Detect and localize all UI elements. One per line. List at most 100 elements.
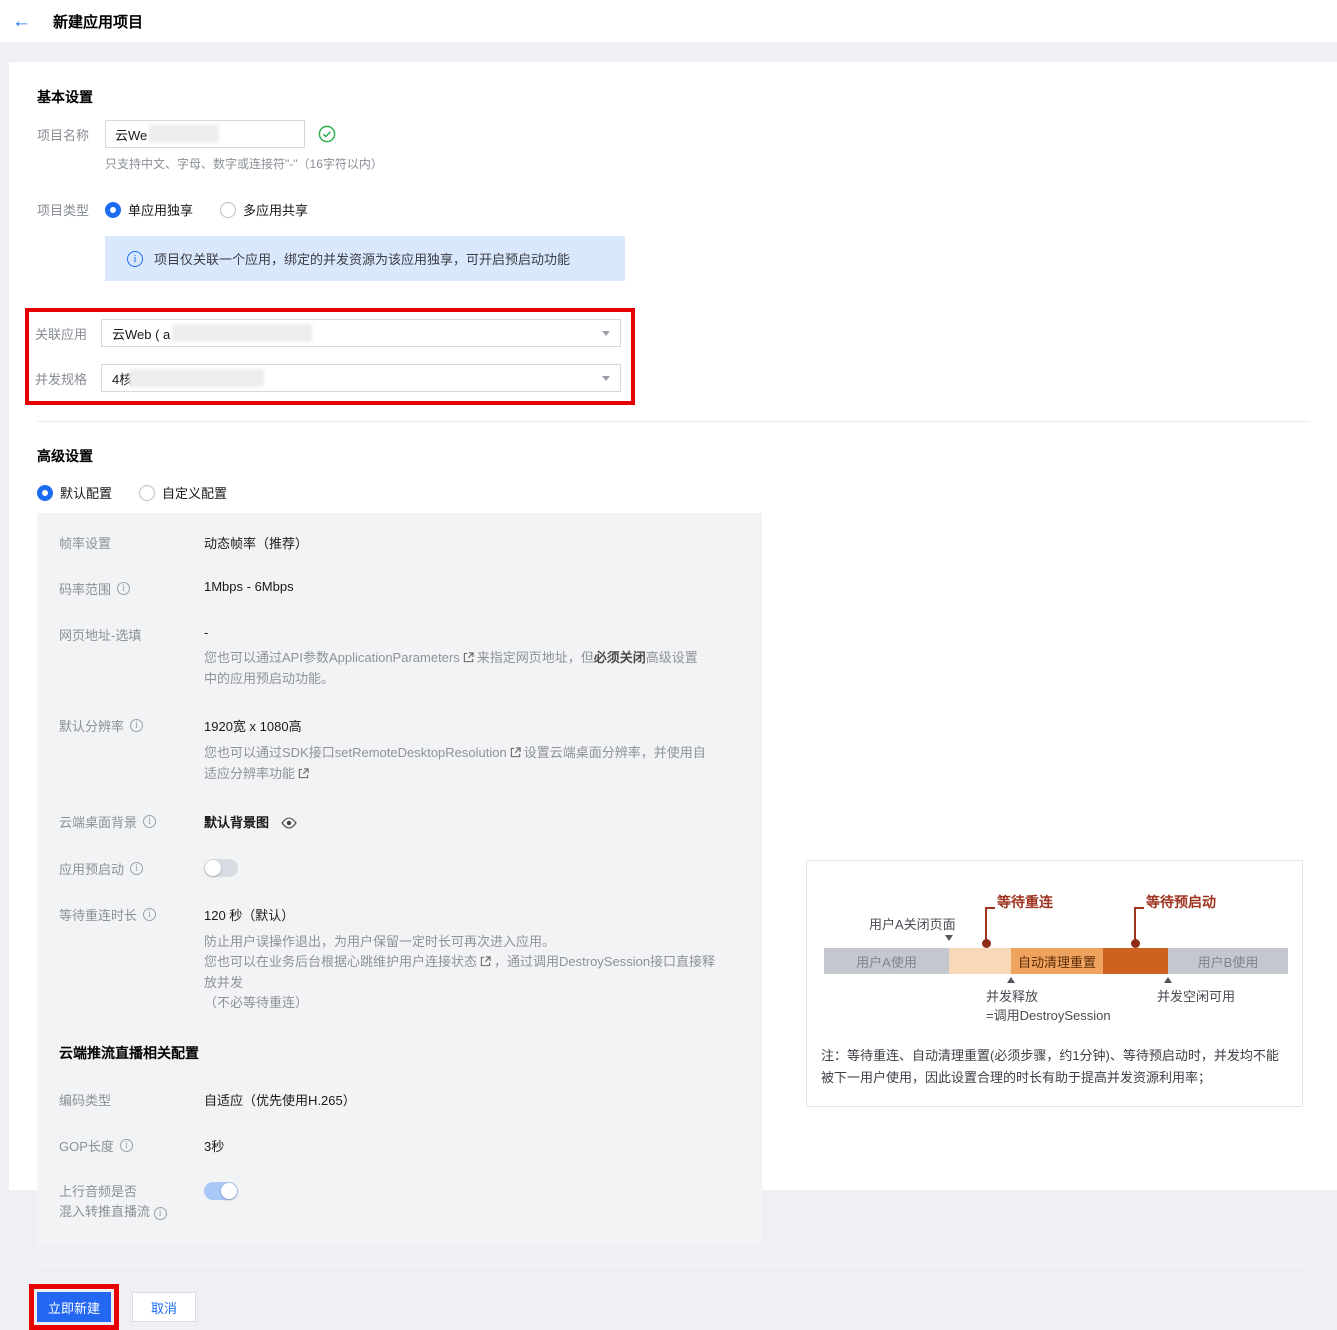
linked-app-value: 云Web ( a <box>112 326 171 342</box>
chevron-down-icon <box>602 331 610 336</box>
valid-check-icon <box>318 125 336 143</box>
project-name-label: 项目名称 <box>37 127 90 143</box>
resolution-label: 默认分辨率 <box>59 719 125 734</box>
cancel-button[interactable]: 取消 <box>132 1292 196 1322</box>
info-icon[interactable]: i <box>143 815 157 828</box>
web-url-label: 网页地址-选填 <box>59 628 142 643</box>
info-icon[interactable]: i <box>130 862 144 875</box>
radio-on-icon <box>37 484 53 501</box>
gop-value: 3秒 <box>204 1139 225 1154</box>
radio-custom-config[interactable]: 自定义配置 <box>139 483 227 502</box>
web-url-row: 网页地址-选填 - 您也可以通过API参数ApplicationParamete… <box>59 625 762 689</box>
reconnect-value: 120 秒（默认） <box>204 908 295 923</box>
project-type-row: 项目类型 单应用独享 多应用共享 <box>37 200 1337 219</box>
project-name-input[interactable]: 云We <box>105 120 305 148</box>
external-link-icon[interactable] <box>510 744 521 764</box>
desc-text: （不必等待重连） <box>204 995 309 1010</box>
desktop-bg-value: 默认背景图 <box>204 815 270 830</box>
back-arrow-icon[interactable]: ← <box>12 12 31 31</box>
desc-text: 来指定网页地址，但 <box>476 650 594 665</box>
info-icon[interactable]: i <box>153 1207 167 1220</box>
radio-single-app-label: 单应用独享 <box>128 203 194 218</box>
section-title-advanced: 高级设置 <box>37 448 93 464</box>
create-button[interactable]: 立即新建 <box>37 1292 111 1322</box>
footer-actions: 立即新建 取消 <box>29 1284 1337 1330</box>
info-banner-text: 项目仅关联一个应用，绑定的并发资源为该应用独享，可开启预启动功能 <box>154 252 571 267</box>
preheat-row: 应用预启动 i <box>59 859 762 878</box>
segment-auto-reset: 自动清理重置 <box>1011 948 1103 974</box>
page-title: 新建应用项目 <box>53 13 144 31</box>
segment-wait-reconnect <box>949 948 1011 974</box>
wait-reconnect-label: 等待重连 <box>997 894 1053 910</box>
form-card: 基本设置 项目名称 云We 只支持中文、字母、数字或连接符"-"（16字符以内）… <box>9 62 1337 1330</box>
release-label: 并发释放 =调用DestroySession <box>986 989 1111 1023</box>
marker-down-icon <box>945 935 953 941</box>
idle-label: 并发空闲可用 <box>1157 989 1236 1004</box>
radio-default-config[interactable]: 默认配置 <box>37 483 112 502</box>
info-icon[interactable]: i <box>130 719 144 732</box>
info-icon[interactable]: i <box>117 582 131 595</box>
fps-label: 帧率设置 <box>59 536 112 551</box>
external-link-icon[interactable] <box>463 649 474 669</box>
advanced-settings-panel: 帧率设置 动态帧率（推荐） 码率范围 i 1Mbps - 6Mbps 网页地址-… <box>37 513 762 1246</box>
gop-label: GOP长度 <box>59 1139 114 1154</box>
linked-app-select[interactable]: 云Web ( a <box>101 319 621 347</box>
info-banner: i 项目仅关联一个应用，绑定的并发资源为该应用独享，可开启预启动功能 <box>105 236 625 281</box>
toggle-knob <box>205 860 221 876</box>
marker-up-icon <box>1007 977 1015 983</box>
radio-on-icon <box>105 201 121 218</box>
lifecycle-diagram: 用户A关闭页面 等待重连 等待预启动 用户A使用 自动清理重置 用户B使用 并发… <box>806 860 1303 1107</box>
section-divider <box>37 421 1310 422</box>
concurrency-spec-row: 并发规格 4核 <box>35 364 631 392</box>
top-bar: ← 新建应用项目 <box>0 0 1337 42</box>
segment-user-b: 用户B使用 <box>1168 948 1288 974</box>
codec-label: 编码类型 <box>59 1093 112 1108</box>
info-icon: i <box>127 250 143 267</box>
gop-row: GOP长度 i 3秒 <box>59 1136 762 1155</box>
redaction-blur <box>129 369 265 387</box>
section-title-push: 云端推流直播相关配置 <box>59 1045 199 1061</box>
eye-icon[interactable] <box>280 817 297 832</box>
radio-off-icon <box>139 484 156 501</box>
callout-dot-icon <box>982 939 991 948</box>
fps-row: 帧率设置 动态帧率（推荐） <box>59 533 762 552</box>
radio-default-config-label: 默认配置 <box>60 486 113 501</box>
linked-app-label: 关联应用 <box>35 326 88 342</box>
callout-line <box>985 907 995 943</box>
desc-text-bold: 必须关闭 <box>593 650 646 665</box>
annotation-box-selects: 关联应用 云Web ( a 并发规格 4核 <box>25 308 635 405</box>
radio-off-icon <box>220 201 237 218</box>
external-link-icon[interactable] <box>480 953 491 973</box>
external-link-icon[interactable] <box>298 765 309 785</box>
radio-single-app[interactable]: 单应用独享 <box>105 200 193 219</box>
info-icon[interactable]: i <box>143 908 157 921</box>
desc-text: 您也可以通过SDK接口setRemoteDesktopResolution <box>204 745 507 760</box>
web-url-desc: 您也可以通过API参数ApplicationParameters 来指定网页地址，… <box>204 648 702 689</box>
footer-divider <box>37 1271 1310 1272</box>
diagram-note: 注：等待重连、自动清理重置(必须步骤，约1分钟)、等待预启动时，并发均不能 被下… <box>821 1048 1279 1085</box>
web-url-value: - <box>204 625 209 640</box>
radio-multi-app-label: 多应用共享 <box>243 203 309 218</box>
callout-line <box>1134 907 1144 943</box>
resolution-row: 默认分辨率 i 1920宽 x 1080高 您也可以通过SDK接口setRemo… <box>59 716 762 785</box>
reconnect-desc: 防止用户误操作退出，为用户保留一定时长可再次进入应用。 您也可以在业务后台根据心… <box>204 932 724 1013</box>
project-type-label: 项目类型 <box>37 203 90 218</box>
wait-preheat-label: 等待预启动 <box>1146 894 1216 910</box>
audio-mix-row: 上行音频是否 混入转推直播流 i <box>59 1182 762 1222</box>
bitrate-value: 1Mbps - 6Mbps <box>204 579 294 594</box>
concurrency-spec-label: 并发规格 <box>35 371 88 387</box>
audio-mix-toggle[interactable] <box>204 1182 238 1200</box>
concurrency-spec-select[interactable]: 4核 <box>101 364 621 392</box>
toggle-knob <box>221 1183 237 1199</box>
linked-app-row: 关联应用 云Web ( a <box>35 319 631 347</box>
codec-row: 编码类型 自适应（优先使用H.265） <box>59 1090 762 1109</box>
reconnect-row: 等待重连时长 i 120 秒（默认） 防止用户误操作退出，为用户保留一定时长可再… <box>59 905 762 1013</box>
user-a-close-label: 用户A关闭页面 <box>869 917 956 932</box>
reconnect-label: 等待重连时长 <box>59 908 138 923</box>
preheat-toggle[interactable] <box>204 859 238 877</box>
audio-mix-label-line1: 上行音频是否 <box>59 1184 138 1199</box>
radio-multi-app[interactable]: 多应用共享 <box>220 200 308 219</box>
resolution-value: 1920宽 x 1080高 <box>204 719 302 734</box>
info-icon[interactable]: i <box>119 1139 133 1152</box>
audio-mix-label-line2: 混入转推直播流 i <box>59 1202 167 1222</box>
